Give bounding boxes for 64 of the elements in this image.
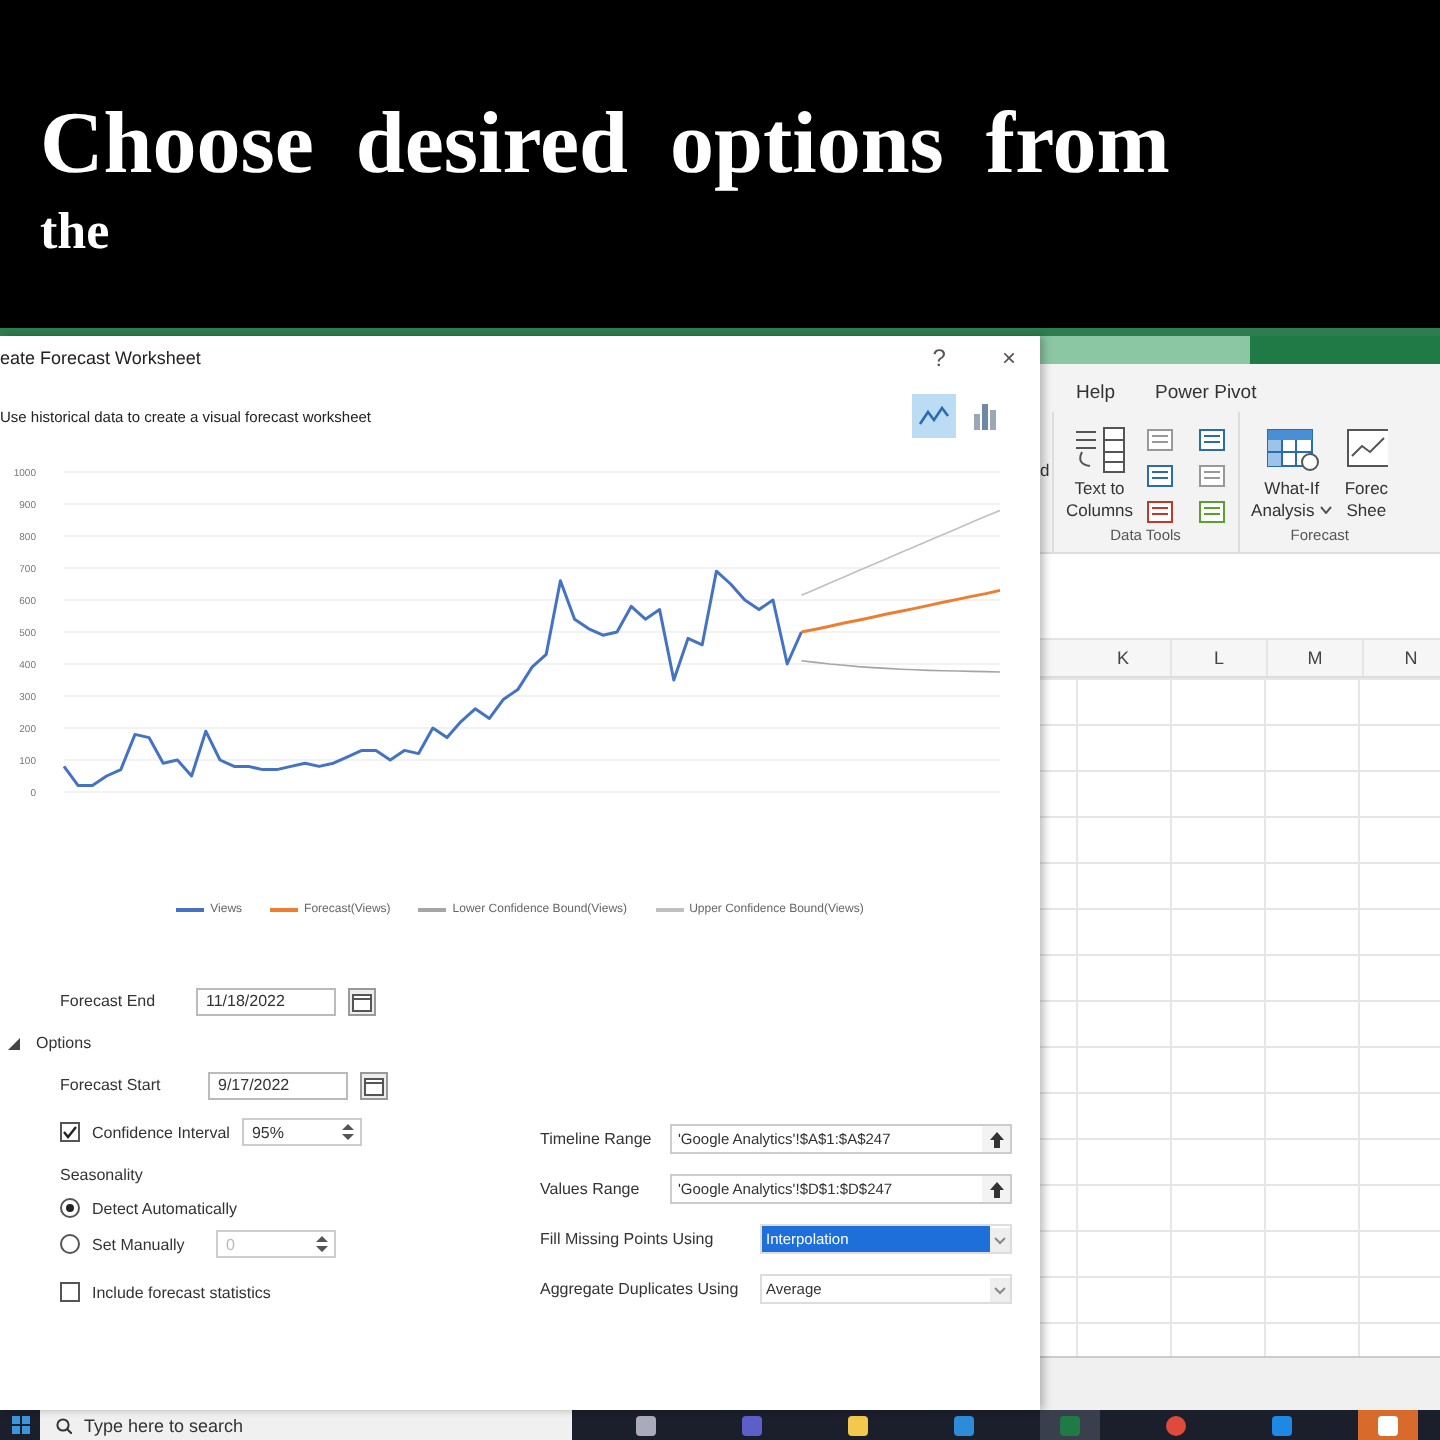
field-label: Fill Missing Points Using [540, 1230, 716, 1248]
column-header[interactable]: L [1172, 640, 1268, 676]
column-header[interactable]: M [1268, 640, 1364, 676]
radio-button[interactable] [60, 1198, 80, 1218]
options-expander[interactable]: Options [0, 1034, 92, 1052]
column-header[interactable]: K [1076, 640, 1172, 676]
expanded-arrow-icon [8, 1037, 20, 1049]
tool-icon[interactable] [1197, 464, 1226, 488]
search-icon [56, 1417, 72, 1433]
help-button[interactable]: ? [928, 344, 950, 372]
ribbon-button[interactable]: Forec Shee [1344, 424, 1389, 521]
calendar-button[interactable] [360, 1071, 388, 1099]
ribbon-label: d [1040, 460, 1052, 480]
range-select-button[interactable] [982, 1176, 1010, 1202]
close-button[interactable]: × [997, 344, 1020, 372]
calendar-icon [352, 991, 372, 1011]
spin-field[interactable]: 95% [241, 1118, 362, 1146]
line-chart-icon [918, 404, 950, 428]
radio-button[interactable] [60, 1234, 80, 1254]
search-field[interactable]: Type here to search [40, 1410, 572, 1440]
checkbox-label: Confidence Interval [92, 1123, 230, 1141]
app-icon [953, 1415, 973, 1435]
checkbox-label: Include forecast statistics [92, 1283, 271, 1301]
column-header[interactable]: N [1364, 640, 1440, 676]
check-icon [62, 1124, 78, 1140]
range-select-button[interactable] [982, 1126, 1010, 1152]
field-label: Values Range [540, 1180, 642, 1198]
app-icon [1377, 1415, 1397, 1435]
date-field[interactable]: 11/18/2022 [196, 987, 336, 1015]
ribbon-tab[interactable]: Help [1076, 382, 1116, 412]
ribbon-button[interactable]: What-If Analysis [1251, 424, 1333, 521]
columns-icon [1071, 424, 1128, 476]
tool-icon[interactable] [1197, 428, 1226, 452]
field-label: Timeline Range [540, 1130, 654, 1148]
field-label: Aggregate Duplicates Using [540, 1280, 741, 1298]
field-label: Forecast End [60, 992, 158, 1010]
checkbox[interactable] [60, 1122, 80, 1142]
checkbox[interactable] [60, 1282, 80, 1302]
app-icon [1059, 1415, 1079, 1435]
date-field[interactable]: 9/17/2022 [208, 1071, 348, 1099]
tool-icon[interactable] [1197, 500, 1226, 524]
radio-label: Detect Automatically [92, 1199, 237, 1217]
tool-icon[interactable] [1145, 464, 1174, 488]
caption-text: Choose desired options from [40, 96, 1172, 193]
calendar-icon [364, 1075, 384, 1095]
chart-type-button[interactable] [912, 394, 956, 438]
caption-text: the [40, 204, 112, 262]
bar-chart-icon [972, 402, 1000, 430]
ribbon-tab[interactable]: Power Pivot [1155, 382, 1257, 412]
section-label: Seasonality [60, 1165, 143, 1183]
radio-label: Set Manually [92, 1235, 187, 1253]
app-icon [741, 1415, 761, 1435]
tool-icon[interactable] [1145, 428, 1174, 452]
dialog-title: eate Forecast Worksheet [0, 348, 203, 368]
calendar-button[interactable] [348, 987, 376, 1015]
app-icon [1165, 1415, 1185, 1435]
field-label: Forecast Start [60, 1076, 163, 1094]
app-icon [635, 1415, 655, 1435]
ribbon-button[interactable]: Text to Columns [1066, 424, 1134, 521]
tool-icon[interactable] [1145, 500, 1174, 524]
app-icon [847, 1415, 867, 1435]
app-icon [1271, 1415, 1291, 1435]
table-question-icon [1263, 424, 1320, 476]
windows-icon [11, 1416, 29, 1434]
